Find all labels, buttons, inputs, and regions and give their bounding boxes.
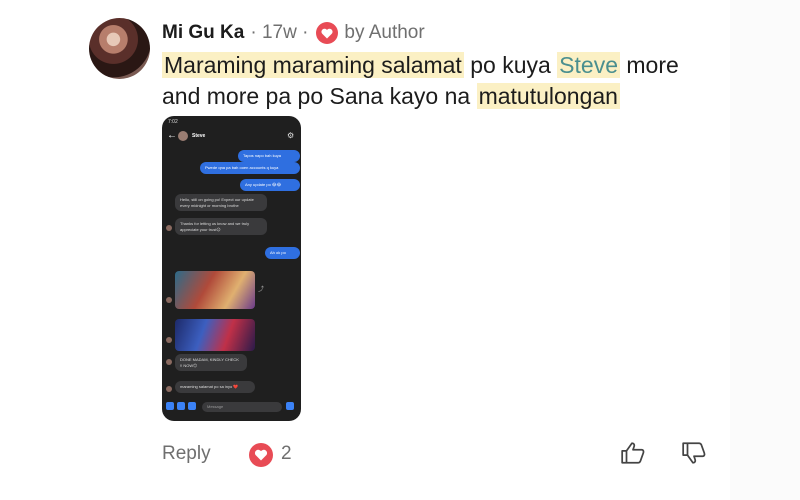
reply-button[interactable]: Reply — [162, 443, 211, 465]
share-icon[interactable]: ⤴ — [258, 284, 264, 293]
gear-icon: ⚙ — [287, 131, 295, 140]
timestamp: · 17w · — [250, 22, 309, 43]
message-bubble: DONE MADAM, KINDLY CHECK !! NOW😊 — [175, 354, 247, 371]
downvote-icon[interactable] — [681, 440, 707, 466]
message-bubble: Hello, still on going po! Expect our upd… — [175, 194, 267, 211]
avatar[interactable] — [89, 18, 150, 79]
message-bubble: Thanks for letting us know and we truly … — [175, 218, 267, 235]
comment-text-1: Maraming maraming salamat — [162, 52, 464, 78]
comment-text-4: matutulongan — [476, 83, 620, 109]
mic-icon — [188, 402, 196, 410]
comment-body: Maraming maraming salamat po kuya Steve … — [162, 50, 722, 112]
upvote-icon[interactable] — [620, 440, 646, 466]
message-bubble: Ah ok po — [265, 247, 300, 259]
phone-status-time: 7:02 — [168, 119, 178, 125]
sender-avatar — [166, 386, 172, 392]
reaction-count: 2 — [281, 443, 292, 464]
sender-avatar — [166, 359, 172, 365]
chat-title: Steve — [192, 133, 206, 139]
message-bubble: Pwede qna pa bah ooen accounts q kuya — [200, 162, 300, 174]
comment-header: Mi Gu Ka · 17w · by Author — [162, 20, 425, 46]
back-arrow-icon: ← — [167, 130, 177, 141]
like-icon — [286, 402, 294, 410]
sender-avatar — [166, 297, 172, 303]
message-bubble: Any update po 😂😂 — [240, 179, 300, 191]
message-bubble: Tapos napo bah kuya — [238, 150, 300, 162]
sender-avatar — [166, 225, 172, 231]
camera-icon — [166, 402, 174, 410]
message-bubble: maraming salamat po sa inyo ❤️ — [175, 381, 255, 393]
comment-text-2: po kuya — [463, 52, 558, 78]
sender-avatar — [166, 337, 172, 343]
by-author-label: by Author — [344, 22, 425, 43]
chat-avatar — [178, 131, 188, 141]
right-margin — [730, 0, 800, 500]
author-heart-icon — [316, 22, 339, 44]
shared-image[interactable] — [175, 271, 255, 309]
gallery-icon — [177, 402, 185, 410]
heart-reaction-icon[interactable] — [249, 443, 273, 467]
shared-image[interactable] — [175, 319, 255, 351]
message-input: Message — [202, 402, 282, 412]
mention-steve[interactable]: Steve — [557, 52, 620, 78]
attached-screenshot[interactable]: 7:02 ← Steve ⚙ Tapos napo bah kuya Pwede… — [162, 116, 301, 421]
author-name[interactable]: Mi Gu Ka — [162, 22, 244, 44]
